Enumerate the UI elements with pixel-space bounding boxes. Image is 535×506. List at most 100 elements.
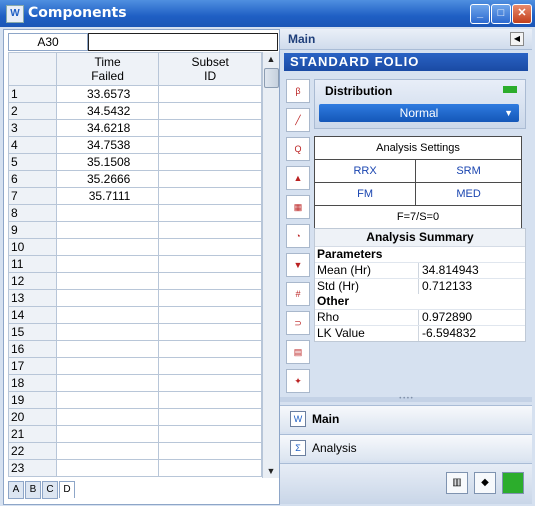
cell-subset-id[interactable] <box>158 391 262 409</box>
cell-reference-box[interactable]: A30 <box>8 33 88 51</box>
warning-mountain-icon[interactable]: ▲ <box>286 166 310 190</box>
cell-subset-id[interactable] <box>158 357 262 375</box>
row-number[interactable]: 3 <box>8 119 57 137</box>
row-number[interactable]: 7 <box>8 187 57 205</box>
cell-time-failed[interactable] <box>55 391 160 409</box>
cell-subset-id[interactable] <box>158 408 262 426</box>
cell-time-failed[interactable] <box>55 221 160 239</box>
row-number[interactable]: 16 <box>8 340 57 358</box>
sheet-tab-c[interactable]: C <box>42 481 58 499</box>
column-header-time-failed[interactable]: Time Failed <box>55 52 160 86</box>
cell-subset-id[interactable] <box>158 442 262 460</box>
cell-time-failed[interactable]: 34.7538 <box>55 136 160 154</box>
green-tag-button-icon[interactable] <box>502 472 524 494</box>
row-number[interactable]: 19 <box>8 391 57 409</box>
minimize-button[interactable]: _ <box>470 4 490 24</box>
row-number[interactable]: 5 <box>8 153 57 171</box>
cell-subset-id[interactable] <box>158 340 262 358</box>
gauge-icon[interactable]: ◔ <box>286 224 310 248</box>
cell-time-failed[interactable] <box>55 442 160 460</box>
cell-time-failed[interactable] <box>55 238 160 256</box>
cell-time-failed[interactable]: 35.7111 <box>55 187 160 205</box>
close-button[interactable]: ✕ <box>512 4 532 24</box>
rrx-option[interactable]: RRX <box>313 159 417 183</box>
magnet-icon[interactable]: ⊃ <box>286 311 310 335</box>
table-grid-icon[interactable]: ▦ <box>286 195 310 219</box>
cell-subset-id[interactable] <box>158 204 262 222</box>
cell-time-failed[interactable] <box>55 323 160 341</box>
cell-subset-id[interactable] <box>158 187 262 205</box>
row-number[interactable]: 10 <box>8 238 57 256</box>
cell-time-failed[interactable] <box>55 306 160 324</box>
row-number[interactable]: 9 <box>8 221 57 239</box>
cell-subset-id[interactable] <box>158 272 262 290</box>
row-number[interactable]: 2 <box>8 102 57 120</box>
cell-time-failed[interactable] <box>55 425 160 443</box>
cell-time-failed[interactable] <box>55 374 160 392</box>
cell-subset-id[interactable] <box>158 459 262 477</box>
book-icon[interactable]: ▥ <box>446 472 468 494</box>
cell-time-failed[interactable] <box>55 357 160 375</box>
cell-time-failed[interactable]: 34.6218 <box>55 119 160 137</box>
cell-subset-id[interactable] <box>158 85 262 103</box>
row-number[interactable]: 11 <box>8 255 57 273</box>
cell-time-failed[interactable] <box>55 255 160 273</box>
report-icon[interactable]: ▤ <box>286 340 310 364</box>
nav-analysis[interactable]: Σ Analysis <box>280 434 532 461</box>
collapse-arrow-icon[interactable]: ◀ <box>510 32 524 46</box>
distribution-wizard-icon[interactable]: β <box>286 79 310 103</box>
nav-main[interactable]: W Main <box>280 405 532 432</box>
column-header-subset-id[interactable]: Subset ID <box>158 52 262 86</box>
row-number[interactable]: 15 <box>8 323 57 341</box>
fm-option[interactable]: FM <box>313 182 417 206</box>
cell-subset-id[interactable] <box>158 221 262 239</box>
scroll-up-arrow-icon[interactable]: ▲ <box>263 52 279 66</box>
sheet-tab-d[interactable]: D <box>59 481 75 498</box>
row-number[interactable]: 21 <box>8 425 57 443</box>
row-number[interactable]: 17 <box>8 357 57 375</box>
cell-subset-id[interactable] <box>158 170 262 188</box>
distribution-dropdown[interactable]: Normal ▼ <box>319 104 519 122</box>
row-number[interactable]: 1 <box>8 85 57 103</box>
cell-time-failed[interactable] <box>55 340 160 358</box>
cell-time-failed[interactable] <box>55 204 160 222</box>
cell-subset-id[interactable] <box>158 289 262 307</box>
sheet-tab-a[interactable]: A <box>8 481 24 499</box>
row-number[interactable]: 12 <box>8 272 57 290</box>
cell-subset-id[interactable] <box>158 238 262 256</box>
probability-plot-icon[interactable]: ╱ <box>286 108 310 132</box>
qcp-calculator-icon[interactable]: Q <box>286 137 310 161</box>
settings-gem-icon[interactable]: ◆ <box>474 472 496 494</box>
vertical-scrollbar[interactable]: ▲ ▼ <box>262 52 279 478</box>
cell-time-failed[interactable]: 35.2666 <box>55 170 160 188</box>
row-number[interactable]: 13 <box>8 289 57 307</box>
row-number[interactable]: 8 <box>8 204 57 222</box>
scroll-down-arrow-icon[interactable]: ▼ <box>263 464 279 478</box>
cell-subset-id[interactable] <box>158 153 262 171</box>
numbers-icon[interactable]: # <box>286 282 310 306</box>
med-option[interactable]: MED <box>415 182 522 206</box>
row-number[interactable]: 14 <box>8 306 57 324</box>
cell-subset-id[interactable] <box>158 374 262 392</box>
cell-time-failed[interactable] <box>55 289 160 307</box>
row-number[interactable]: 6 <box>8 170 57 188</box>
cell-subset-id[interactable] <box>158 136 262 154</box>
cell-subset-id[interactable] <box>158 255 262 273</box>
corner-header[interactable] <box>8 52 57 86</box>
cell-subset-id[interactable] <box>158 102 262 120</box>
analysis-settings-button[interactable]: Analysis Settings <box>314 136 522 160</box>
cell-time-failed[interactable] <box>55 272 160 290</box>
chevron-down-icon[interactable]: ▼ <box>504 104 513 122</box>
cell-time-failed[interactable]: 34.5432 <box>55 102 160 120</box>
cell-time-failed[interactable] <box>55 408 160 426</box>
cell-subset-id[interactable] <box>158 323 262 341</box>
cell-subset-id[interactable] <box>158 425 262 443</box>
cell-subset-id[interactable] <box>158 119 262 137</box>
row-number[interactable]: 20 <box>8 408 57 426</box>
cell-subset-id[interactable] <box>158 306 262 324</box>
cell-time-failed[interactable]: 33.6573 <box>55 85 160 103</box>
filter-icon[interactable]: ▼ <box>286 253 310 277</box>
panel-splitter[interactable]: • • • • <box>280 396 532 402</box>
cell-time-failed[interactable] <box>55 459 160 477</box>
srm-option[interactable]: SRM <box>415 159 522 183</box>
